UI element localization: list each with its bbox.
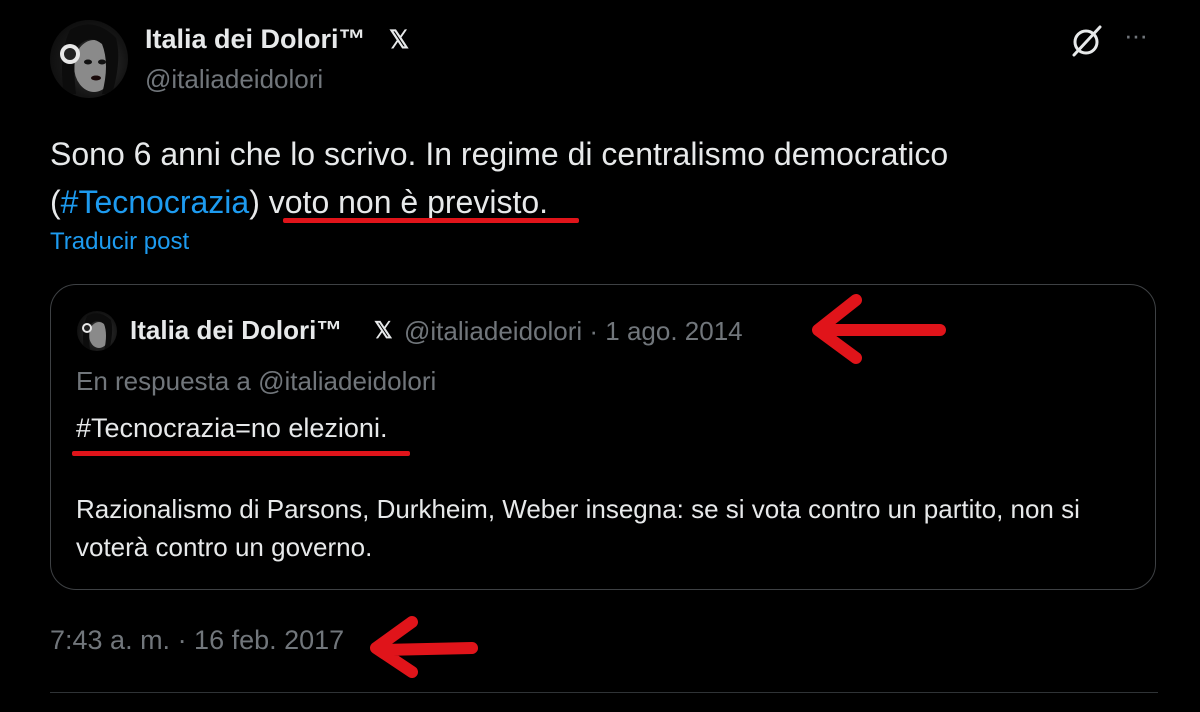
close-paren: )	[249, 184, 269, 220]
divider	[50, 692, 1158, 693]
quoted-handle-date: @italiadeidolori · 1 ago. 2014	[404, 316, 743, 346]
tweet-line-1: Sono 6 anni che lo scrivo. In regime di …	[50, 136, 949, 172]
quoted-x-badge-icon: 𝕏	[374, 317, 393, 343]
quoted-author-avatar	[77, 311, 117, 351]
red-arrow-icon	[370, 616, 478, 678]
quoted-author-name: Italia dei Dolori™	[130, 315, 343, 345]
author-name[interactable]: Italia dei Dolori™	[145, 24, 366, 55]
translate-post-link[interactable]: Traducir post	[50, 228, 189, 256]
hashtag-link[interactable]: #Tecnocrazia	[61, 184, 250, 220]
more-options-icon[interactable]: ···	[1124, 20, 1148, 51]
red-arrow-icon	[812, 294, 946, 364]
tweet-timestamp[interactable]: 7:43 a. m. · 16 feb. 2017	[50, 625, 344, 656]
tweet-line-2: (#Tecnocrazia) voto non è previsto.	[50, 178, 1150, 226]
red-underline-1	[283, 218, 579, 223]
open-paren: (	[50, 184, 61, 220]
grok-icon[interactable]	[1070, 24, 1104, 58]
tweet-text: Sono 6 anni che lo scrivo. In regime di …	[50, 130, 1150, 226]
tweet-period: .	[539, 184, 549, 220]
quoted-headline: #Tecnocrazia=no elezioni.	[76, 413, 388, 443]
red-underline-2	[72, 451, 410, 456]
author-avatar[interactable]	[50, 20, 128, 98]
quoted-body: Razionalismo di Parsons, Durkheim, Weber…	[76, 494, 1080, 562]
x-badge-icon: 𝕏	[389, 26, 410, 54]
underlined-phrase: voto non è previsto	[268, 184, 540, 220]
quoted-reply-to: En respuesta a @italiadeidolori	[76, 366, 437, 396]
author-handle[interactable]: @italiadeidolori	[145, 64, 323, 95]
